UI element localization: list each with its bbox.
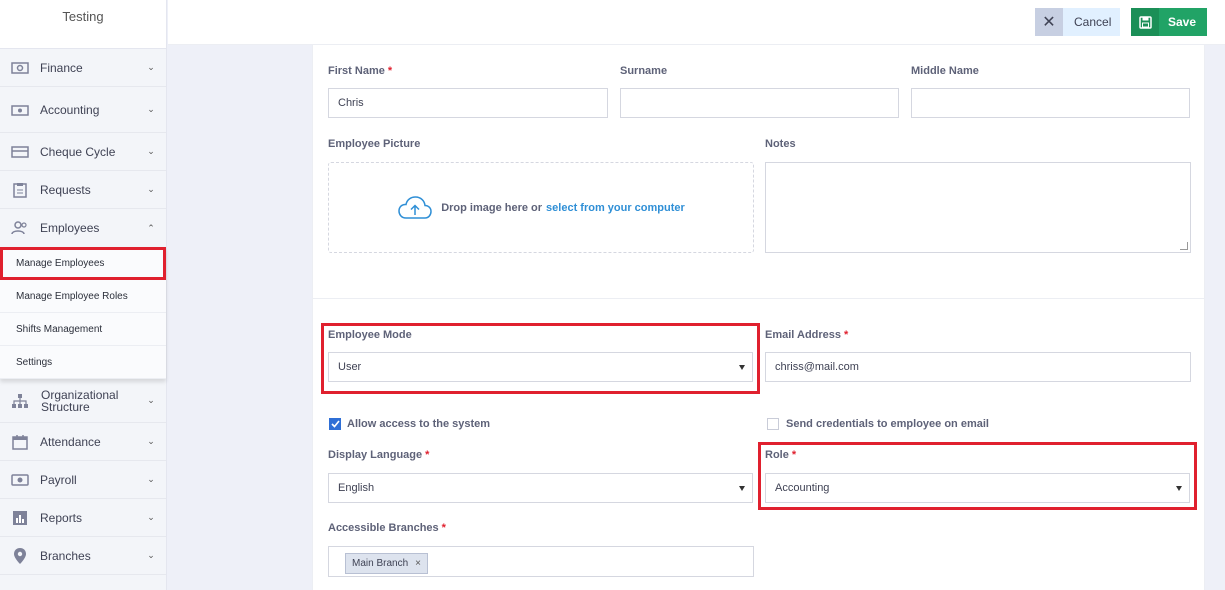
calendar-icon xyxy=(10,434,30,450)
employee-mode-label: Employee Mode xyxy=(328,329,412,341)
notes-textarea[interactable] xyxy=(765,162,1191,253)
branch-tag: Main Branch × xyxy=(345,553,428,574)
display-language-value: English xyxy=(338,482,375,494)
sidebar-item-label: Attendance xyxy=(40,434,101,449)
email-input[interactable]: chriss@mail.com xyxy=(765,352,1191,382)
users-icon xyxy=(10,220,30,236)
sidebar-item-label: Reports xyxy=(40,510,83,525)
chevron-down-icon: ⌄ xyxy=(147,395,155,405)
close-icon: ✕ xyxy=(1035,8,1063,36)
role-select[interactable]: Accounting xyxy=(765,473,1190,503)
section-divider xyxy=(313,298,1204,299)
display-language-label: Display Language * xyxy=(328,449,430,461)
cancel-button[interactable]: ✕ Cancel xyxy=(1035,8,1120,36)
role-label: Role * xyxy=(765,449,797,461)
sidebar-subitem-manage-employee-roles[interactable]: Manage Employee Roles xyxy=(0,280,166,313)
chevron-down-icon: ⌄ xyxy=(147,62,155,72)
sidebar-item-employees[interactable]: Employees ⌃ xyxy=(0,209,166,247)
send-credentials-checkbox[interactable] xyxy=(767,418,779,430)
send-credentials-label: Send credentials to employee on email xyxy=(786,418,989,430)
middle-name-input[interactable] xyxy=(911,88,1190,118)
sidebar-item-label: Payroll xyxy=(40,472,77,487)
sidebar-item-label: Branches xyxy=(40,548,91,563)
cancel-button-label: Cancel xyxy=(1074,15,1112,29)
middle-name-label: Middle Name xyxy=(911,65,979,77)
surname-label: Surname xyxy=(620,65,668,77)
sidebar-item-reports[interactable]: Reports ⌄ xyxy=(0,499,166,537)
brand-title: Testing xyxy=(0,0,166,49)
save-button-label: Save xyxy=(1168,15,1197,29)
payroll-icon xyxy=(10,472,30,488)
sidebar-item-label: Accounting xyxy=(40,102,100,117)
employee-picture-label: Employee Picture xyxy=(328,138,421,150)
remove-tag-icon[interactable]: × xyxy=(415,558,421,569)
sidebar-item-finance[interactable]: Finance ⌄ xyxy=(0,49,166,87)
chevron-down-icon: ⌄ xyxy=(147,436,155,446)
sidebar-item-label: Cheque Cycle xyxy=(40,144,116,159)
role-value: Accounting xyxy=(775,482,830,494)
accessible-branches-select[interactable]: Main Branch × xyxy=(328,546,754,577)
chevron-down-icon: ⌄ xyxy=(147,104,155,114)
allow-access-checkbox[interactable] xyxy=(329,418,341,430)
image-dropzone[interactable]: Drop image here or select from your comp… xyxy=(328,162,754,253)
first-name-label: First Name * xyxy=(328,65,393,77)
dropzone-text: Drop image here or xyxy=(441,201,543,214)
caret-down-icon xyxy=(739,365,745,370)
sidebar-item-requests[interactable]: Requests ⌄ xyxy=(0,171,166,209)
sidebar-item-organizational-structure[interactable]: Organizational Structure ⌄ xyxy=(0,379,166,423)
top-toolbar: ✕ Cancel Save xyxy=(168,0,1225,45)
save-button[interactable]: Save xyxy=(1131,8,1207,36)
resize-handle-icon[interactable] xyxy=(1180,242,1188,250)
sidebar-item-label: Requests xyxy=(40,182,91,197)
chevron-down-icon: ⌄ xyxy=(147,184,155,194)
money-icon xyxy=(10,102,30,118)
cash-icon xyxy=(10,60,30,76)
bar-chart-icon xyxy=(10,510,30,526)
clipboard-icon xyxy=(10,182,30,198)
select-from-computer-link[interactable]: select from your computer xyxy=(546,202,685,214)
employee-mode-value: User xyxy=(338,361,362,373)
sidebar-item-branches[interactable]: Branches ⌄ xyxy=(0,537,166,575)
first-name-input[interactable]: Chris xyxy=(328,88,608,118)
sidebar-item-payroll[interactable]: Payroll ⌄ xyxy=(0,461,166,499)
sidebar-item-accounting[interactable]: Accounting ⌄ xyxy=(0,87,166,133)
map-pin-icon xyxy=(10,547,30,564)
employee-form: First Name * Chris Surname Middle Name Em… xyxy=(312,45,1205,590)
sidebar-subitem-settings[interactable]: Settings xyxy=(0,346,166,379)
accessible-branches-label: Accessible Branches * xyxy=(328,522,446,534)
allow-access-label: Allow access to the system xyxy=(347,418,491,430)
chevron-up-icon: ⌃ xyxy=(147,222,155,233)
employee-mode-select[interactable]: User xyxy=(328,352,753,382)
surname-input[interactable] xyxy=(620,88,899,118)
sidebar-item-label: Organizational Structure xyxy=(41,387,119,414)
notes-label: Notes xyxy=(765,138,796,150)
caret-down-icon xyxy=(739,486,745,491)
org-chart-icon xyxy=(10,393,30,409)
sidebar-item-attendance[interactable]: Attendance ⌄ xyxy=(0,423,166,461)
sidebar-subitem-manage-employees[interactable]: Manage Employees xyxy=(0,247,166,280)
employees-submenu: Manage Employees Manage Employee Roles S… xyxy=(0,247,166,379)
chevron-down-icon: ⌄ xyxy=(147,146,155,156)
chevron-down-icon: ⌄ xyxy=(147,512,155,522)
branch-tag-label: Main Branch xyxy=(352,558,409,569)
email-label: Email Address * xyxy=(765,329,849,341)
chevron-down-icon: ⌄ xyxy=(147,550,155,560)
floppy-disk-icon xyxy=(1131,8,1159,36)
sidebar-item-label: Finance xyxy=(40,60,83,75)
sidebar-subitem-shifts-management[interactable]: Shifts Management xyxy=(0,313,166,346)
chevron-down-icon: ⌄ xyxy=(147,474,155,484)
display-language-select[interactable]: English xyxy=(328,473,753,503)
sidebar-item-label: Employees xyxy=(40,221,100,235)
sidebar-item-cheque-cycle[interactable]: Cheque Cycle ⌄ xyxy=(0,133,166,171)
cloud-upload-icon xyxy=(397,195,433,221)
cheque-icon xyxy=(10,144,30,160)
caret-down-icon xyxy=(1176,486,1182,491)
sidebar: Testing Finance ⌄ Accounting ⌄ Cheque Cy… xyxy=(0,0,167,590)
